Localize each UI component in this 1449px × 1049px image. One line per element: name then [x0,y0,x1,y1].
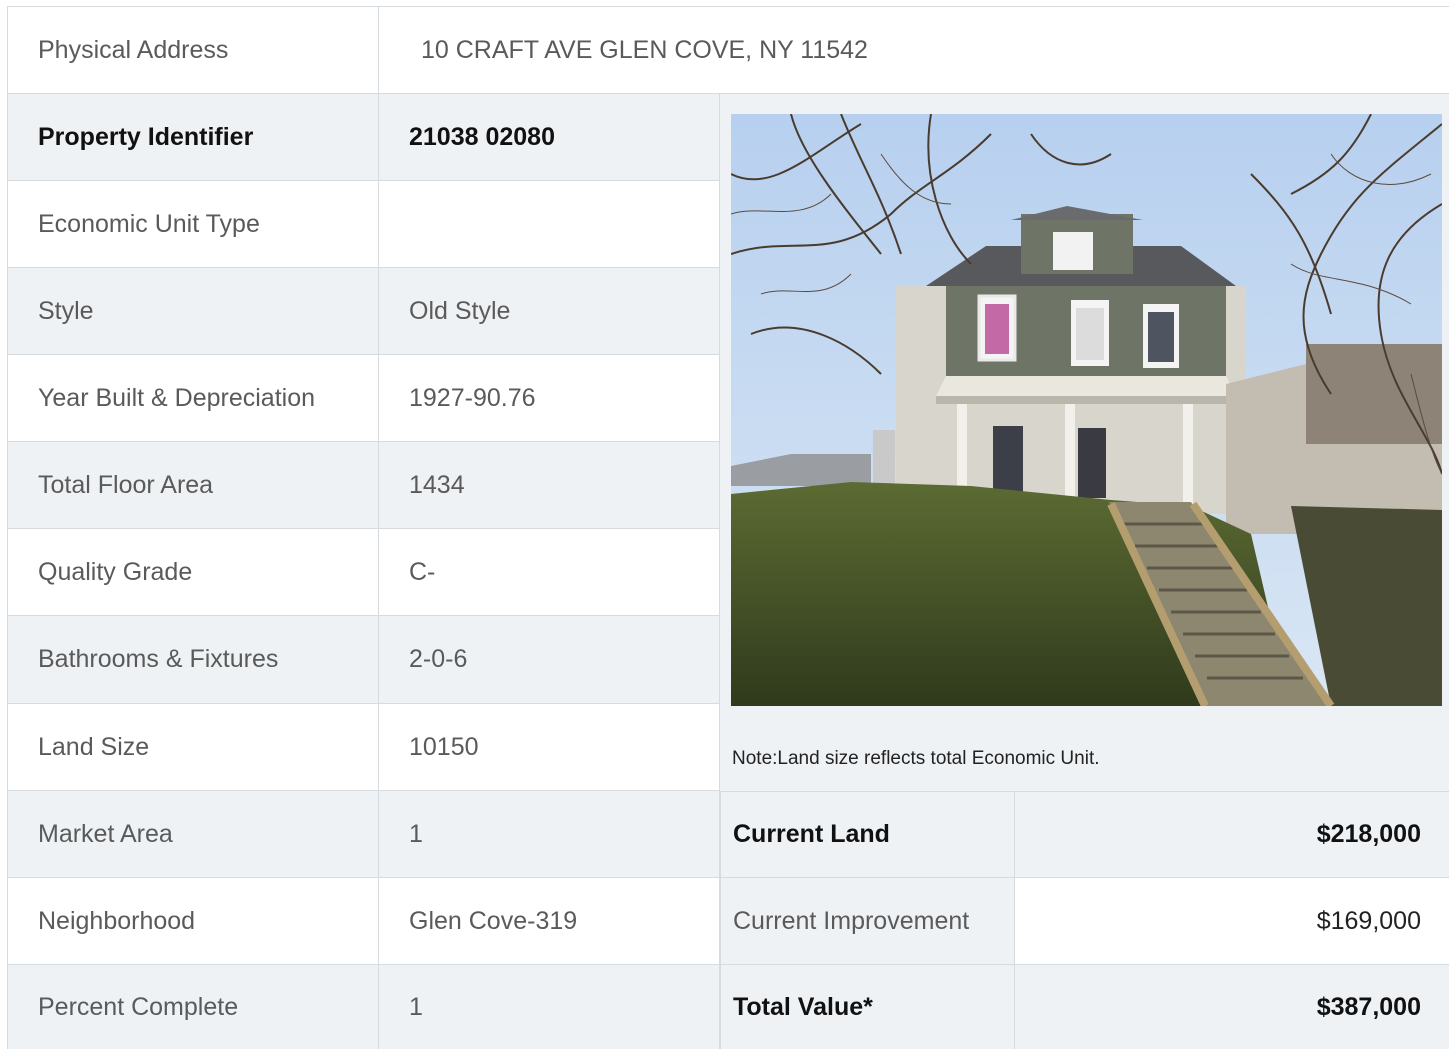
quality-grade-value: C- [409,557,436,586]
value-amount-cell: $387,000 [1014,965,1449,1049]
detail-value-cell: 1 [378,791,720,878]
value-amount-cell: $169,000 [1014,878,1449,965]
land-size-label: Land Size [38,732,150,761]
value-amount-cell: $218,000 [1014,791,1449,878]
detail-value-cell: 10150 [378,704,720,791]
detail-value-cell: 1434 [378,442,720,529]
land-size-value: 10150 [409,732,479,761]
address-value: 10 CRAFT AVE GLEN COVE, NY 11542 [421,35,868,64]
current-land-label: Current Land [733,820,890,848]
economic-unit-type-label: Economic Unit Type [38,209,260,238]
market-area-value: 1 [409,819,423,848]
total-floor-area-label: Total Floor Area [38,470,214,499]
detail-label-cell: Land Size [7,704,378,791]
total-value-label: Total Value* [733,992,873,1021]
detail-label-cell: Year Built & Depreciation [7,355,378,442]
detail-label-cell: Total Floor Area [7,442,378,529]
year-built-label: Year Built & Depreciation [38,383,316,412]
year-built-value: 1927-90.76 [409,383,536,412]
address-value-cell: 10 CRAFT AVE GLEN COVE, NY 11542 [378,7,1449,94]
current-improvement-label: Current Improvement [733,906,970,935]
total-floor-area-value: 1434 [409,470,465,499]
neighborhood-label: Neighborhood [38,906,196,935]
detail-label-cell: Economic Unit Type [7,181,378,268]
percent-complete-label: Percent Complete [38,992,239,1021]
market-area-label: Market Area [38,819,173,848]
bathrooms-label: Bathrooms & Fixtures [38,645,279,673]
current-land-value: $218,000 [1316,820,1421,848]
neighborhood-value: Glen Cove-319 [409,906,578,935]
detail-value-cell: 1927-90.76 [378,355,720,442]
current-improvement-value: $169,000 [1316,906,1421,935]
property-identifier-value: 21038 02080 [409,122,555,151]
detail-label-cell: Percent Complete [7,965,378,1049]
detail-value-cell [378,181,720,268]
detail-label-cell: Property Identifier [7,94,378,181]
detail-label-cell: Style [7,268,378,355]
detail-label-cell: Neighborhood [7,878,378,965]
value-label-cell: Current Land [720,791,1014,878]
total-value-value: $387,000 [1316,992,1421,1021]
value-label-cell: Total Value* [720,965,1014,1049]
quality-grade-label: Quality Grade [38,557,193,586]
detail-label-cell: Quality Grade [7,529,378,616]
detail-value-cell: 2-0-6 [378,616,720,704]
address-label-cell: Physical Address [7,7,378,94]
detail-value-cell: C- [378,529,720,616]
style-value: Old Style [409,296,511,325]
value-label-cell: Current Improvement [720,878,1014,965]
detail-label-cell: Market Area [7,791,378,878]
detail-label-cell: Bathrooms & Fixtures [7,616,378,704]
land-size-note: Note:Land size reflects total Economic U… [732,748,1100,769]
property-photo [731,114,1442,706]
property-identifier-label: Property Identifier [38,122,254,151]
detail-value-cell: 21038 02080 [378,94,720,181]
bathrooms-value: 2-0-6 [409,645,468,673]
detail-value-cell: Glen Cove-319 [378,878,720,965]
percent-complete-value: 1 [409,992,423,1021]
style-label: Style [38,296,94,325]
detail-value-cell: 1 [378,965,720,1049]
detail-value-cell: Old Style [378,268,720,355]
address-label: Physical Address [38,35,229,64]
